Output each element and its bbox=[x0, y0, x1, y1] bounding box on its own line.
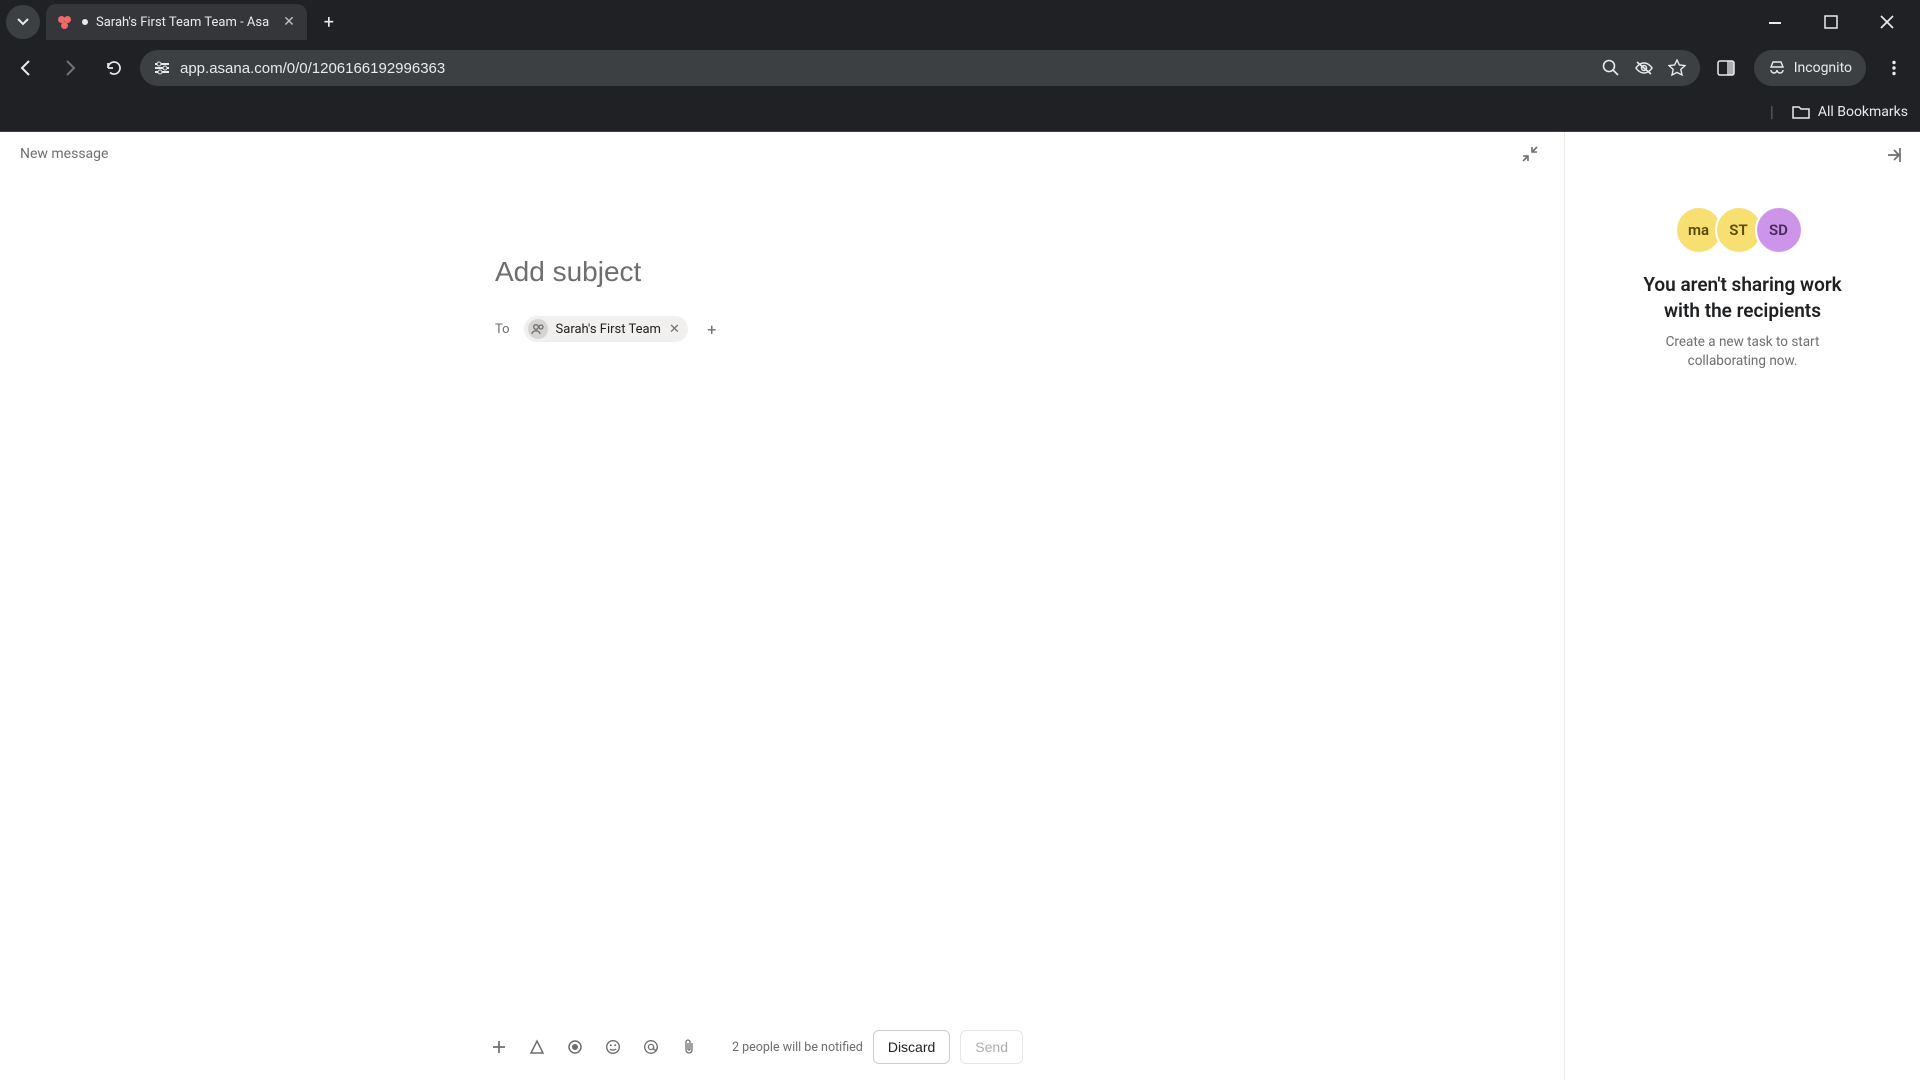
message-main-panel: New message To Sarah's First Team ✕ bbox=[0, 132, 1565, 1080]
remove-recipient-button[interactable]: ✕ bbox=[669, 322, 680, 337]
record-icon bbox=[567, 1039, 583, 1055]
incognito-hat-icon bbox=[1768, 59, 1786, 77]
recipient-avatars: ma ST SD bbox=[1589, 206, 1896, 254]
nav-reload-button[interactable] bbox=[96, 50, 132, 86]
nav-back-button[interactable] bbox=[8, 50, 44, 86]
side-panel-icon bbox=[1717, 59, 1735, 77]
contract-icon bbox=[1522, 146, 1538, 162]
browser-menu-button[interactable] bbox=[1876, 50, 1912, 86]
subject-input[interactable] bbox=[495, 256, 1095, 288]
tab-title: Sarah's First Team Team - Asa bbox=[96, 15, 269, 30]
reload-icon bbox=[105, 59, 123, 77]
address-bar[interactable] bbox=[140, 50, 1700, 86]
browser-toolbar: Incognito bbox=[0, 44, 1920, 92]
maximize-icon bbox=[1824, 15, 1838, 29]
bookmarks-separator: | bbox=[1770, 102, 1774, 121]
page-title: New message bbox=[20, 146, 108, 162]
ai-assist-button[interactable] bbox=[526, 1036, 548, 1058]
incognito-eye-icon[interactable] bbox=[1634, 59, 1654, 77]
close-sidebar-button[interactable] bbox=[1884, 146, 1902, 164]
close-icon bbox=[1880, 15, 1894, 29]
to-label: To bbox=[495, 322, 510, 337]
site-settings-icon bbox=[154, 60, 170, 76]
mention-button[interactable] bbox=[640, 1036, 662, 1058]
plus-icon bbox=[491, 1039, 507, 1055]
avatar: SD bbox=[1755, 206, 1803, 254]
collapse-fullscreen-button[interactable] bbox=[1516, 140, 1544, 168]
sidebar-heading-line: You aren't sharing work bbox=[1643, 273, 1841, 296]
plus-icon: + bbox=[324, 12, 334, 33]
chevron-down-icon bbox=[17, 16, 29, 28]
sidebar-body-line: Create a new task to start bbox=[1666, 334, 1820, 350]
notify-count-text: 2 people will be notified bbox=[732, 1040, 863, 1055]
compose-footer: 2 people will be notified Discard Send bbox=[488, 1030, 1544, 1064]
asana-favicon-icon bbox=[58, 14, 74, 30]
discard-button[interactable]: Discard bbox=[873, 1030, 950, 1064]
close-tab-button[interactable]: ✕ bbox=[283, 14, 295, 30]
at-icon bbox=[643, 1039, 659, 1055]
folder-icon bbox=[1792, 104, 1810, 120]
tab-search-button[interactable] bbox=[6, 5, 40, 39]
all-bookmarks-label: All Bookmarks bbox=[1818, 104, 1908, 120]
arrow-left-icon bbox=[17, 59, 35, 77]
bookmark-star-icon[interactable] bbox=[1668, 59, 1686, 77]
smiley-icon bbox=[605, 1039, 621, 1055]
zoom-icon[interactable] bbox=[1602, 59, 1620, 77]
side-panel-button[interactable] bbox=[1708, 50, 1744, 86]
send-button[interactable]: Send bbox=[960, 1030, 1023, 1064]
recipient-chip-label: Sarah's First Team bbox=[556, 322, 661, 337]
add-recipient-button[interactable]: + bbox=[702, 320, 722, 339]
browser-tabstrip: Sarah's First Team Team - Asa ✕ + bbox=[0, 0, 1920, 44]
incognito-indicator[interactable]: Incognito bbox=[1754, 50, 1866, 86]
unsaved-indicator-icon bbox=[82, 19, 88, 25]
triangle-icon bbox=[529, 1039, 545, 1055]
sidebar-body: Create a new task to start collaborating… bbox=[1589, 333, 1896, 371]
emoji-button[interactable] bbox=[602, 1036, 624, 1058]
record-video-button[interactable] bbox=[564, 1036, 586, 1058]
nav-forward-button[interactable] bbox=[52, 50, 88, 86]
all-bookmarks-button[interactable]: All Bookmarks bbox=[1792, 104, 1908, 120]
kebab-icon bbox=[1886, 60, 1902, 76]
collapse-right-icon bbox=[1884, 146, 1902, 164]
bookmarks-bar: | All Bookmarks bbox=[0, 92, 1920, 132]
window-maximize-button[interactable] bbox=[1816, 7, 1846, 37]
window-close-button[interactable] bbox=[1872, 7, 1902, 37]
insert-object-button[interactable] bbox=[488, 1036, 510, 1058]
sidebar-heading: You aren't sharing work with the recipie… bbox=[1589, 272, 1896, 323]
browser-tab[interactable]: Sarah's First Team Team - Asa ✕ bbox=[46, 4, 307, 40]
url-input[interactable] bbox=[180, 60, 1592, 77]
sidebar-heading-line: with the recipients bbox=[1664, 299, 1821, 322]
paperclip-icon bbox=[681, 1038, 697, 1056]
window-minimize-button[interactable] bbox=[1760, 7, 1790, 37]
people-icon bbox=[528, 319, 548, 339]
sidebar-body-line: collaborating now. bbox=[1688, 353, 1798, 369]
arrow-right-icon bbox=[61, 59, 79, 77]
minimize-icon bbox=[1768, 15, 1782, 29]
new-tab-button[interactable]: + bbox=[315, 8, 343, 36]
recipient-chip[interactable]: Sarah's First Team ✕ bbox=[524, 316, 688, 342]
attach-file-button[interactable] bbox=[678, 1036, 700, 1058]
incognito-label: Incognito bbox=[1794, 60, 1852, 76]
context-sidebar: ma ST SD You aren't sharing work with th… bbox=[1565, 132, 1920, 1080]
